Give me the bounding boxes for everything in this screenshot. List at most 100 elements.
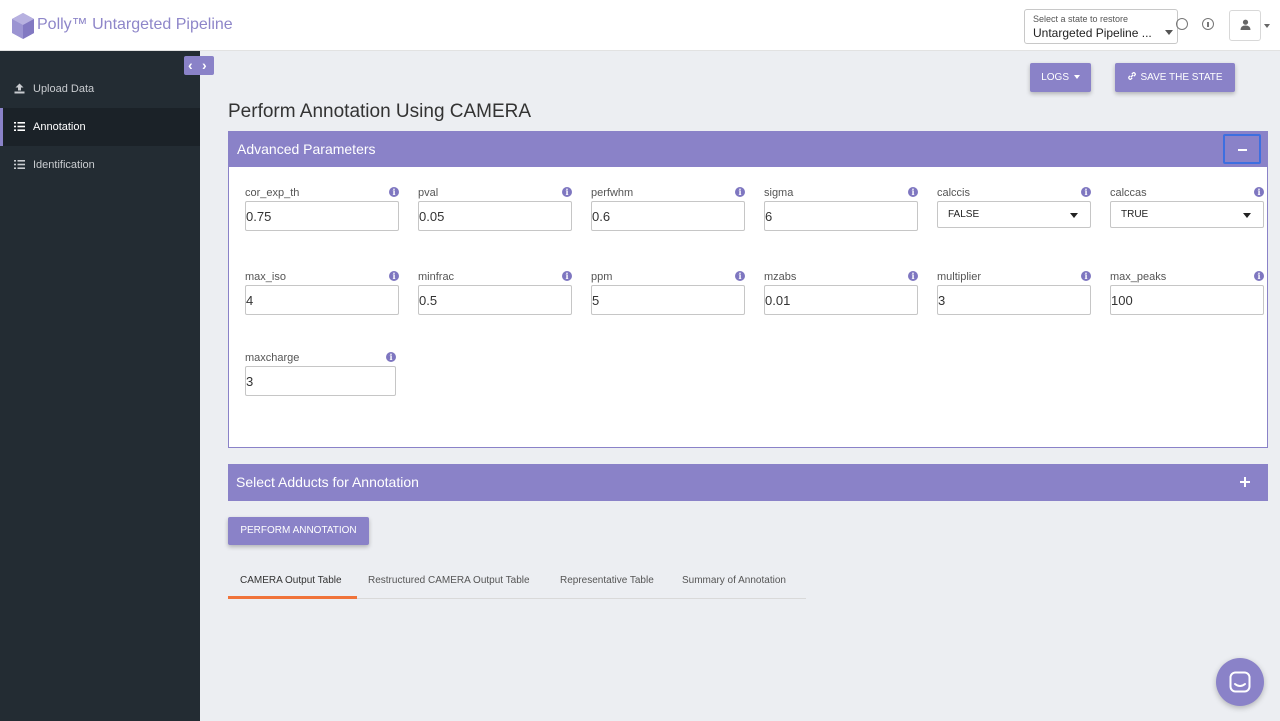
field-multiplier: multiplier i 3 [937,271,1092,321]
sidebar-item-annotation[interactable]: Annotation [0,108,200,146]
tab-summary-of-annotation[interactable]: Summary of Annotation [682,575,786,586]
info-icon[interactable]: i [1254,271,1264,281]
max-peaks-input[interactable]: 100 [1110,285,1264,315]
sidebar-item-label: Upload Data [33,83,95,95]
plus-icon[interactable] [1240,476,1251,487]
field-label: minfrac [418,271,455,283]
calccas-value: TRUE [1121,209,1149,220]
user-chevron-down-icon[interactable] [1264,24,1270,28]
select-adducts-title: Select Adducts for Annotation [236,474,419,490]
calccis-value: FALSE [948,209,980,220]
logs-label: LOGS [1041,72,1069,83]
info-icon[interactable]: i [908,187,918,197]
polly-logo-icon [12,13,34,39]
field-ppm: ppm i 5 [591,271,746,321]
output-tabs: CAMERA Output Table Restructured CAMERA … [228,567,806,599]
field-maxcharge: maxcharge i 3 [245,352,400,402]
user-menu-button[interactable] [1229,10,1261,41]
save-state-label: SAVE THE STATE [1140,72,1223,83]
select-adducts-panel: Select Adducts for Annotation [228,464,1268,501]
sidebar-item-upload-data[interactable]: Upload Data [0,70,200,108]
state-restore-select[interactable]: Select a state to restore Untargeted Pip… [1024,9,1178,44]
info-icon[interactable]: i [389,271,399,281]
calccis-select[interactable]: FALSE [937,201,1091,228]
advanced-parameters-title: Advanced Parameters [237,141,376,157]
info-icon[interactable]: i [386,352,396,362]
pval-input[interactable]: 0.05 [418,201,572,231]
info-icon[interactable]: i [1081,271,1091,281]
ppm-input[interactable]: 5 [591,285,745,315]
chevron-right-icon: › [202,57,207,73]
top-bar: Polly™ Untargeted Pipeline Select a stat… [0,0,1280,51]
field-label: max_iso [245,271,286,283]
sidebar-item-identification[interactable]: Identification [0,146,200,184]
perform-annotation-button[interactable]: PERFORM ANNOTATION [228,517,369,545]
info-icon[interactable]: i [562,271,572,281]
info-icon[interactable]: i [1081,187,1091,197]
field-label: calccas [1110,187,1147,199]
active-tab-indicator [228,596,357,599]
state-select-value: Untargeted Pipeline ... [1033,26,1152,40]
field-max-peaks: max_peaks i 100 [1110,271,1265,321]
sidebar-item-label: Annotation [33,121,86,133]
chevron-down-icon [1243,213,1251,218]
app-title[interactable]: Polly™ Untargeted Pipeline [37,16,233,34]
field-pval: pval i 0.05 [418,187,573,237]
perfwhm-input[interactable]: 0.6 [591,201,745,231]
max-iso-input[interactable]: 4 [245,285,399,315]
chevron-left-icon: ‹ [188,57,193,73]
advanced-parameters-header[interactable]: Advanced Parameters [229,132,1267,167]
field-cor-exp-th: cor_exp_th i 0.75 [245,187,400,237]
info-icon[interactable] [1202,18,1214,30]
field-max-iso: max_iso i 4 [245,271,400,321]
tab-restructured-camera-output-table[interactable]: Restructured CAMERA Output Table [368,575,530,586]
field-calccas: calccas i TRUE [1110,187,1265,237]
sigma-input[interactable]: 6 [764,201,918,231]
field-label: multiplier [937,271,982,283]
upload-icon [14,83,25,94]
info-icon[interactable]: i [735,271,745,281]
page-title: Perform Annotation Using CAMERA [228,101,532,122]
sidebar-item-label: Identification [33,159,95,171]
field-mzabs: mzabs i 0.01 [764,271,919,321]
calccas-select[interactable]: TRUE [1110,201,1264,228]
field-label: ppm [591,271,613,283]
field-label: pval [418,187,439,199]
info-icon[interactable]: i [562,187,572,197]
history-icon[interactable] [1176,18,1188,30]
field-minfrac: minfrac i 0.5 [418,271,573,321]
chat-icon [1229,671,1251,693]
multiplier-input[interactable]: 3 [937,285,1091,315]
field-label: mzabs [764,271,797,283]
info-icon[interactable]: i [908,271,918,281]
collapse-button[interactable] [1223,134,1261,164]
mzabs-input[interactable]: 0.01 [764,285,918,315]
field-label: calccis [937,187,971,199]
field-calccis: calccis i FALSE [937,187,1092,237]
maxcharge-input[interactable]: 3 [245,366,396,396]
field-label: cor_exp_th [245,187,300,199]
tab-representative-table[interactable]: Representative Table [560,575,654,586]
info-icon[interactable]: i [389,187,399,197]
caret-down-icon [1073,75,1080,80]
info-icon[interactable]: i [1254,187,1264,197]
sidebar: Upload Data Annotation Identification [0,51,200,721]
cor-exp-th-input[interactable]: 0.75 [245,201,399,231]
field-perfwhm: perfwhm i 0.6 [591,187,746,237]
field-label: max_peaks [1110,271,1167,283]
field-sigma: sigma i 6 [764,187,919,237]
save-state-button[interactable]: SAVE THE STATE [1115,63,1235,92]
advanced-parameters-panel: Advanced Parameters cor_exp_th i 0.75 pv… [228,131,1268,448]
sidebar-toggle-button[interactable]: ‹ › [184,56,214,75]
chevron-down-icon [1165,30,1173,35]
list-icon [14,160,25,169]
minfrac-input[interactable]: 0.5 [418,285,572,315]
field-label: sigma [764,187,794,199]
logs-button[interactable]: LOGS [1030,63,1091,92]
select-adducts-header[interactable]: Select Adducts for Annotation [228,464,1268,501]
info-icon[interactable]: i [735,187,745,197]
tab-camera-output-table[interactable]: CAMERA Output Table [240,575,342,586]
field-label: maxcharge [245,352,300,364]
user-icon [1240,19,1251,30]
chat-launcher-button[interactable] [1216,658,1264,706]
